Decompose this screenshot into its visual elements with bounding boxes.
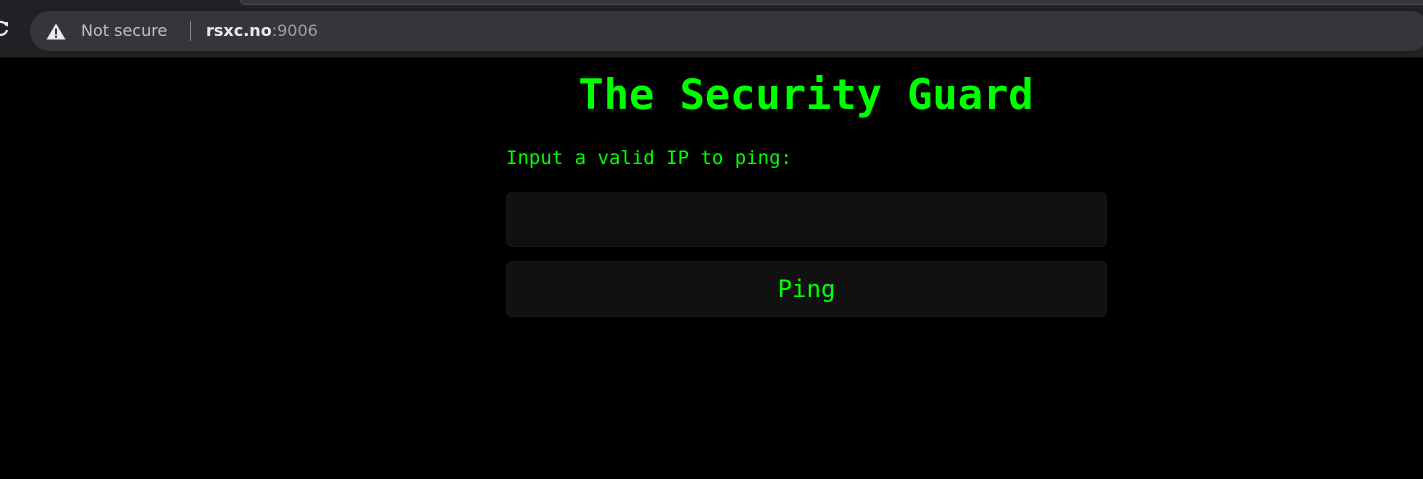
address-bar[interactable]: Not secure rsxc.no:9006 xyxy=(30,11,1423,51)
page-content: The Security Guard Input a valid IP to p… xyxy=(0,58,1423,479)
url-text[interactable]: rsxc.no:9006 xyxy=(206,20,318,42)
ip-prompt-label: Input a valid IP to ping: xyxy=(506,147,792,169)
page-title: The Security Guard xyxy=(578,70,1034,119)
security-status-label[interactable]: Not secure xyxy=(81,20,167,42)
url-host: rsxc.no xyxy=(206,21,272,40)
address-bar-divider xyxy=(190,21,191,41)
reload-icon[interactable] xyxy=(0,20,10,38)
browser-tab-strip xyxy=(240,0,1423,5)
ping-button[interactable]: Ping xyxy=(506,261,1107,317)
url-port: :9006 xyxy=(271,21,318,40)
ip-input[interactable] xyxy=(506,192,1107,247)
browser-toolbar: Not secure rsxc.no:9006 xyxy=(0,0,1423,58)
warning-icon[interactable] xyxy=(46,23,66,40)
